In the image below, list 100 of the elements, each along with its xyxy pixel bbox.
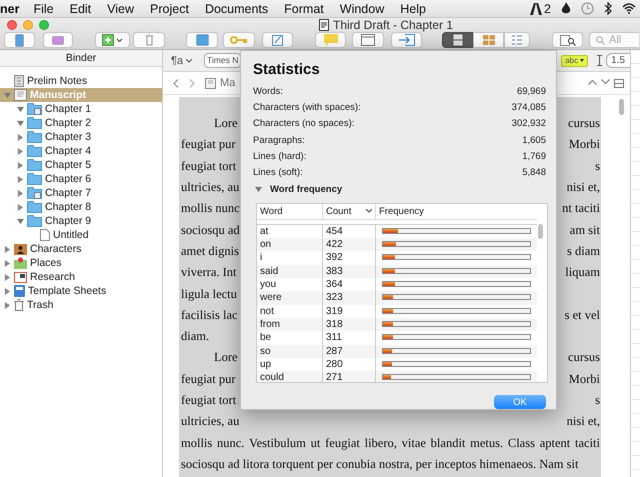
edit-icon[interactable] [262,32,293,48]
disclosure-triangle-icon[interactable] [17,106,24,112]
search-document-icon[interactable] [552,32,583,48]
back-icon[interactable] [173,78,179,88]
binder-item[interactable]: Prelim Notes [0,74,162,88]
up-icon[interactable] [588,78,597,84]
research-icon [14,272,27,282]
disclosure-triangle-icon[interactable] [17,176,24,182]
binder-item[interactable]: Template Sheets [0,284,162,298]
disclosure-triangle-icon[interactable] [17,218,24,224]
text-line: s diam [567,244,600,259]
paragraph-style-button[interactable]: ¶a [171,54,192,66]
disclosure-triangle-icon[interactable] [17,134,24,140]
table-cell: 318 [323,318,376,332]
menu-item[interactable]: Window [332,2,392,16]
app-menu[interactable]: ner [0,2,26,16]
text-line: viverra. Int [181,265,237,280]
text-line: Lore [214,116,238,132]
menu-item[interactable]: Edit [62,2,100,16]
font-dropdown[interactable]: Times N [204,53,242,68]
add-button[interactable] [95,32,130,48]
key-icon[interactable] [223,32,255,48]
binder-item[interactable]: Characters [0,242,162,256]
line-spacing-field[interactable]: 1.5 [606,53,630,68]
menu-item[interactable]: Help [392,2,434,16]
collections-button[interactable] [43,32,73,48]
column-header[interactable]: Frequency [376,204,537,220]
column-header[interactable]: Count [323,204,376,220]
menu-item[interactable]: Project [142,2,197,16]
highlight-button[interactable]: abc [561,54,588,66]
map-pin-icon [14,257,27,269]
disclosure-triangle-icon[interactable] [4,288,11,294]
stat-label: Lines (soft): [253,167,303,178]
text-line: Lore [214,350,238,366]
split-icon[interactable] [614,78,624,88]
binder-item[interactable]: Chapter 3 [0,130,162,144]
forward-icon[interactable] [189,78,195,88]
text-line: nisi et, [566,414,600,430]
disclosure-triangle-icon[interactable] [4,92,11,98]
view-mode-button[interactable] [442,32,473,48]
window-icon[interactable] [352,32,384,48]
binder-toggle-button[interactable] [4,32,35,48]
menu-item[interactable]: File [25,2,62,16]
stat-label: Characters (no spaces): [253,118,354,130]
menu-item[interactable]: Format [276,2,332,16]
disclosure-triangle-icon[interactable] [4,302,11,308]
binder-item[interactable]: Trash [0,298,162,312]
folder-icon [27,117,42,129]
disclosure-triangle-icon[interactable] [17,148,24,154]
stat-value: 302,932 [512,118,546,130]
binder-item[interactable]: Research [0,270,162,284]
table-cell: 287 [323,344,376,358]
binder-item[interactable]: Chapter 2 [0,116,162,130]
binder-item[interactable]: Untitled [0,228,162,242]
binder-header: Binder [0,50,162,67]
bluetooth-icon[interactable] [604,2,612,15]
expand-button[interactable] [186,32,218,48]
disclosure-triangle-icon[interactable] [17,120,24,126]
clock-icon[interactable] [581,2,594,15]
binder-item[interactable]: Chapter 9 [0,214,162,228]
text-line: mollis nunc [181,201,240,216]
disclosure-triangle-icon[interactable] [255,186,262,194]
trash-icon[interactable] [133,32,165,48]
table-cell: said [257,264,323,278]
scrollbar-thumb[interactable] [619,99,624,115]
text-line: amet dignis [181,244,239,259]
stat-label: Paragraphs: [253,134,305,146]
disclosure-triangle-icon[interactable] [4,246,11,252]
comment-icon[interactable] [315,32,346,48]
binder-item[interactable]: Chapter 6 [0,172,162,186]
text-line: diam. [181,329,210,344]
disclosure-triangle-icon[interactable] [17,204,24,210]
section-label[interactable]: Word frequency [270,184,342,196]
binder-item[interactable]: Chapter 8 [0,200,162,214]
scrollbar-thumb[interactable] [538,224,543,239]
disclosure-triangle-icon[interactable] [4,260,11,266]
minimize-button[interactable] [23,20,33,30]
column-header[interactable]: Word [257,204,323,220]
disclosure-triangle-icon[interactable] [4,274,11,280]
menu-item[interactable]: View [99,2,142,16]
table-cell: 323 [323,291,376,305]
binder-item[interactable]: Places [0,256,162,270]
table-cell: so [257,344,323,358]
arrow-into-box-icon[interactable] [391,32,422,48]
folder-icon [27,131,42,143]
document-path[interactable]: Ma [205,77,236,89]
binder-item[interactable]: Chapter 5 [0,158,162,172]
menu-item[interactable]: Documents [196,2,276,16]
disclosure-triangle-icon[interactable] [17,190,24,196]
down-icon[interactable] [601,78,610,84]
binder-item[interactable]: Chapter 4 [0,144,162,158]
close-button[interactable] [7,20,17,30]
stat-value: 5,848 [522,167,546,178]
disclosure-triangle-icon[interactable] [17,162,24,168]
text-line: ultricies, au [181,414,240,430]
wifi-icon[interactable] [622,3,636,14]
binder-item[interactable]: Chapter 1 [0,102,162,116]
zoom-button[interactable] [39,20,49,30]
table-cell: could [257,371,323,382]
binder-item[interactable]: Chapter 7 [0,186,162,200]
